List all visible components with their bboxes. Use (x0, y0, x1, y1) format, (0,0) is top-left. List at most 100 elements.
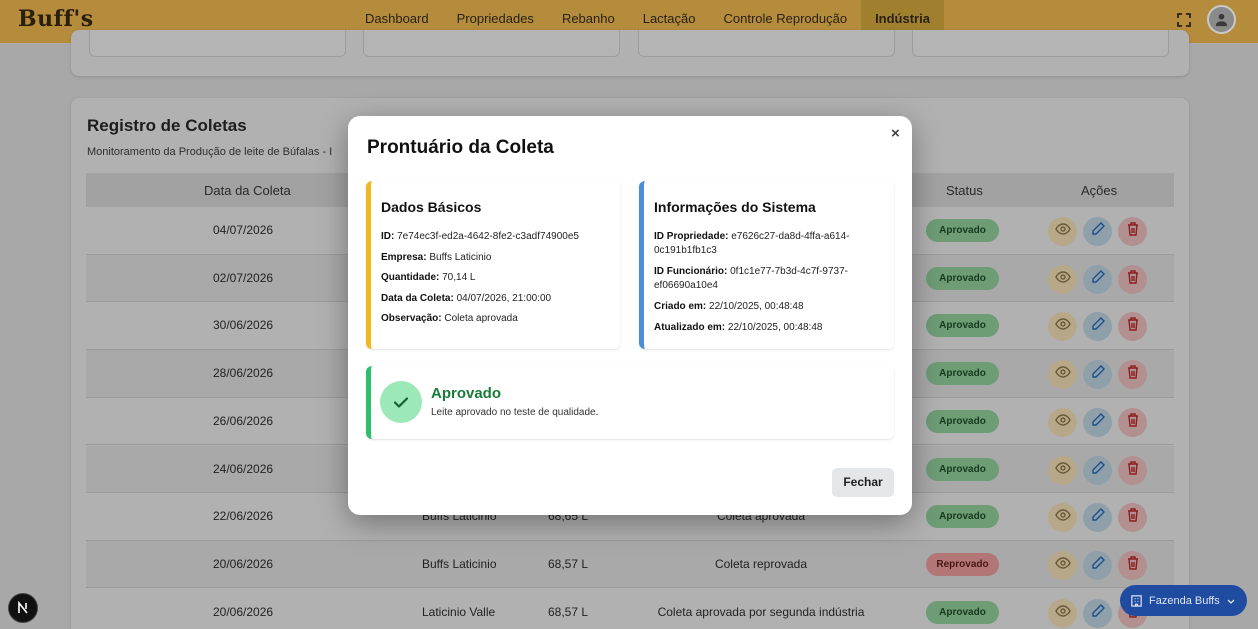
system-info-panel: Informações do Sistema ID Propriedade: e… (639, 181, 894, 349)
pencil-icon (1090, 507, 1106, 528)
collection-record-modal: Prontuário da Coleta × Dados Básicos ID:… (348, 116, 912, 515)
view-button[interactable] (1048, 407, 1077, 437)
cell-observation: Coleta reprovada (714, 556, 808, 571)
delete-button[interactable] (1118, 503, 1147, 533)
eye-icon (1054, 269, 1071, 290)
view-button[interactable] (1048, 360, 1077, 390)
modal-title: Prontuário da Coleta (367, 137, 554, 158)
cell-company: Buffs Laticinio (422, 556, 497, 571)
delete-button[interactable] (1118, 217, 1147, 246)
cell-quantity: 68,57 L (548, 556, 589, 571)
status-badge: Aprovado (926, 314, 999, 338)
view-button[interactable] (1048, 264, 1077, 294)
pencil-icon (1090, 364, 1106, 385)
eye-icon (1054, 316, 1071, 337)
close-button[interactable]: Fechar (832, 468, 894, 497)
pencil-icon (1090, 316, 1106, 337)
view-button[interactable] (1048, 598, 1077, 628)
trash-icon (1125, 507, 1141, 528)
edit-button[interactable] (1083, 360, 1112, 390)
trash-icon (1125, 269, 1141, 290)
page-subtitle: Monitoramento da Produção de leite de Bú… (87, 146, 333, 158)
status-title: Aprovado (431, 385, 502, 402)
trash-icon (1125, 460, 1141, 481)
summary-card (71, 30, 1189, 76)
edit-button[interactable] (1083, 312, 1112, 342)
system-created: Criado em: 22/10/2025, 00:48:48 (654, 301, 804, 312)
cell-date: 26/06/2026 (213, 413, 274, 428)
view-button[interactable] (1048, 312, 1077, 342)
cell-quantity: 68,57 L (548, 604, 589, 619)
system-info-title: Informações do Sistema (654, 199, 816, 215)
summary-tile (638, 30, 895, 57)
edit-button[interactable] (1083, 217, 1112, 246)
eye-icon (1054, 603, 1071, 624)
user-icon (1215, 13, 1228, 27)
edit-button[interactable] (1083, 550, 1112, 580)
status-badge: Reprovado (926, 552, 999, 576)
status-badge: Aprovado (926, 266, 999, 290)
cell-date: 28/06/2026 (213, 366, 274, 381)
delete-button[interactable] (1118, 455, 1147, 485)
check-icon (380, 381, 422, 423)
status-badge: Aprovado (926, 362, 999, 386)
delete-button[interactable] (1118, 264, 1147, 294)
eye-icon (1054, 460, 1071, 481)
delete-button[interactable] (1118, 550, 1147, 580)
trash-icon (1125, 221, 1141, 242)
view-button[interactable] (1048, 503, 1077, 533)
quality-status-box: Aprovado Leite aprovado no teste de qual… (366, 366, 894, 439)
trash-icon (1125, 412, 1141, 433)
status-badge: Aprovado (926, 600, 999, 624)
summary-tile (912, 30, 1169, 57)
pencil-icon (1090, 269, 1106, 290)
pencil-icon (1090, 603, 1106, 624)
status-badge: Aprovado (926, 457, 999, 481)
view-button[interactable] (1048, 455, 1077, 485)
status-badge: Aprovado (926, 409, 999, 433)
edit-button[interactable] (1083, 455, 1112, 485)
basic-data-panel: Dados Básicos ID: 7e74ec3f-ed2a-4642-8fe… (366, 181, 620, 349)
close-icon[interactable]: × (891, 125, 900, 142)
basic-id: ID: 7e74ec3f-ed2a-4642-8fe2-c3adf74900e5 (381, 231, 579, 242)
edit-button[interactable] (1083, 407, 1112, 437)
cell-observation: Coleta aprovada por segunda indústria (657, 604, 865, 619)
system-updated: Atualizado em: 22/10/2025, 00:48:48 (654, 322, 823, 333)
delete-button[interactable] (1118, 407, 1147, 437)
view-button[interactable] (1048, 550, 1077, 580)
trash-icon (1125, 555, 1141, 576)
view-button[interactable] (1048, 217, 1077, 246)
farm-selector-button[interactable]: Fazenda Buffs (1120, 585, 1247, 616)
pencil-icon (1090, 460, 1106, 481)
cell-date: 20/06/2026 (213, 556, 274, 571)
status-description: Leite aprovado no teste de qualidade. (431, 407, 599, 418)
basic-date: Data da Coleta: 04/07/2026, 21:00:00 (381, 293, 552, 304)
eye-icon (1054, 412, 1071, 433)
eye-icon (1054, 221, 1071, 242)
cell-date: 24/06/2026 (213, 461, 274, 476)
summary-tile (363, 30, 620, 57)
delete-button[interactable] (1118, 360, 1147, 390)
status-badge: Aprovado (926, 219, 999, 242)
nextjs-devtools-button[interactable] (8, 593, 38, 623)
nextjs-logo-icon (18, 601, 28, 614)
avatar[interactable] (1207, 5, 1236, 34)
chevron-down-icon (1227, 599, 1235, 604)
edit-button[interactable] (1083, 503, 1112, 533)
app-logo[interactable]: Buff's (18, 6, 94, 32)
edit-button[interactable] (1083, 264, 1112, 294)
cell-date: 04/07/2026 (213, 223, 274, 237)
eye-icon (1054, 555, 1071, 576)
col-actions: Ações (1081, 183, 1118, 198)
table-row: 20/06/2026 Laticinio Valle 68,57 L Coleta a… (86, 589, 1174, 629)
trash-icon (1125, 364, 1141, 385)
edit-button[interactable] (1083, 598, 1112, 628)
table-row: 20/06/2026 Buffs Laticinio 68,57 L Coleta r… (86, 540, 1174, 589)
basic-quantity: Quantidade: 70,14 L (381, 272, 476, 283)
delete-button[interactable] (1118, 312, 1147, 342)
page-title: Registro de Coletas (87, 116, 247, 135)
cell-date: 02/07/2026 (213, 270, 274, 285)
cell-date: 20/06/2026 (213, 604, 274, 619)
fullscreen-icon[interactable] (1176, 12, 1192, 28)
pencil-icon (1090, 555, 1106, 576)
